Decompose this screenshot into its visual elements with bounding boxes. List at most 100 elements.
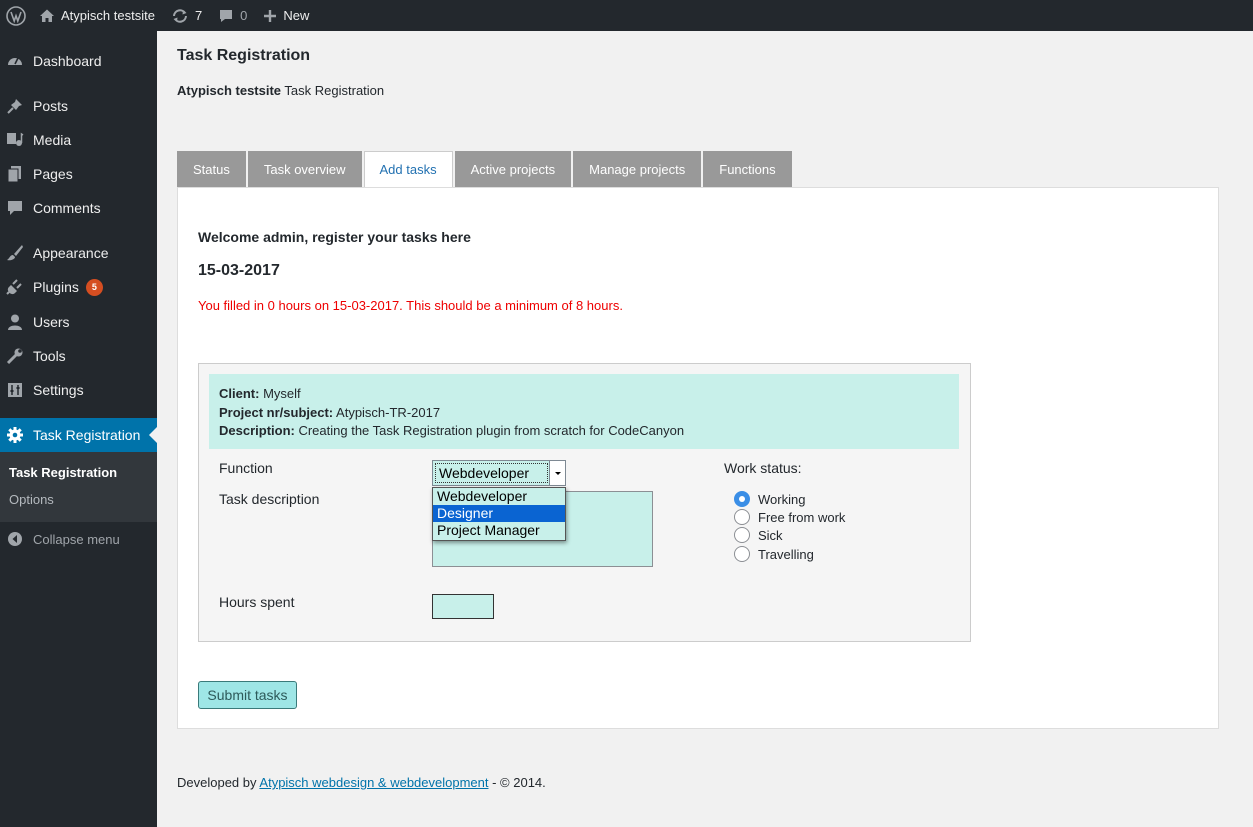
sidebar-item-label: Comments: [33, 200, 101, 216]
tab-status[interactable]: Status: [177, 151, 246, 187]
gear-icon: [5, 425, 25, 445]
hours-warning: You filled in 0 hours on 15-03-2017. Thi…: [198, 298, 623, 313]
sidebar-item-label: Settings: [33, 382, 84, 398]
tab-task-overview[interactable]: Task overview: [247, 151, 362, 187]
date-heading: 15-03-2017: [198, 262, 280, 279]
sidebar-item-task-registration[interactable]: Task Registration: [0, 418, 157, 452]
pin-icon: [5, 96, 25, 116]
hours-spent-input[interactable]: [432, 594, 494, 619]
subtitle-text: Task Registration: [281, 83, 385, 98]
plus-icon: [263, 9, 277, 23]
subtitle-site-name: Atypisch testsite: [177, 83, 282, 98]
refresh-icon: [171, 8, 189, 24]
new-label: New: [283, 8, 310, 23]
work-status-option-free[interactable]: Free from work: [734, 509, 845, 525]
sidebar-item-dashboard[interactable]: Dashboard: [0, 44, 157, 78]
project-info-box: Client: Myself Project nr/subject: Atypi…: [209, 374, 959, 449]
site-name-label: Atypisch testsite: [61, 8, 155, 23]
task-form: Client: Myself Project nr/subject: Atypi…: [198, 363, 971, 642]
sidebar-item-pages[interactable]: Pages: [0, 157, 157, 191]
function-select-value: Webdeveloper: [435, 463, 548, 483]
sidebar-item-comments[interactable]: Comments: [0, 191, 157, 225]
function-option[interactable]: Designer: [433, 505, 565, 522]
radio-label: Free from work: [758, 509, 846, 525]
page-title: Task Registration: [177, 47, 311, 64]
submit-tasks-button[interactable]: Submit tasks: [198, 681, 297, 709]
tab-functions[interactable]: Functions: [703, 151, 792, 187]
sliders-icon: [5, 380, 25, 400]
media-icon: [5, 130, 25, 150]
welcome-heading: Welcome admin, register your tasks here: [198, 229, 471, 245]
function-select[interactable]: Webdeveloper: [432, 460, 566, 486]
project-label: Project nr/subject:: [219, 404, 334, 420]
description-value: Creating the Task Registration plugin fr…: [294, 423, 685, 438]
collapse-arrow-icon: [5, 529, 25, 549]
site-name-link[interactable]: Atypisch testsite: [31, 0, 163, 31]
home-icon: [39, 8, 55, 24]
function-option[interactable]: Webdeveloper: [433, 488, 565, 505]
wordpress-logo-icon[interactable]: [0, 0, 31, 31]
comment-bubble-icon: [218, 8, 234, 24]
admin-bar: Atypisch testsite 7 0 New: [0, 0, 1253, 31]
radio-unchecked[interactable]: [734, 546, 750, 562]
updates-link[interactable]: 7: [163, 0, 210, 31]
footer-link[interactable]: Atypisch webdesign & webdevelopment: [259, 775, 488, 790]
submenu-item-task-registration[interactable]: Task Registration: [9, 465, 117, 480]
dashboard-icon: [5, 51, 25, 71]
plugins-update-badge: 5: [85, 278, 103, 296]
footer-suffix: - © 2014.: [488, 775, 546, 790]
user-icon: [5, 312, 25, 332]
sidebar-item-label: Tools: [33, 348, 66, 364]
wrench-icon: [5, 346, 25, 366]
add-tasks-panel: Welcome admin, register your tasks here …: [177, 187, 1219, 729]
brush-icon: [5, 243, 25, 263]
submenu: [0, 452, 157, 522]
work-status-option-travelling[interactable]: Travelling: [734, 546, 814, 562]
sidebar-item-posts[interactable]: Posts: [0, 89, 157, 123]
radio-unchecked[interactable]: [734, 509, 750, 525]
sidebar-item-label: Pages: [33, 166, 73, 182]
comments-count: 0: [240, 8, 248, 23]
tab-active-projects[interactable]: Active projects: [454, 151, 572, 187]
updates-count: 7: [194, 8, 203, 23]
page-subtitle: Atypisch testsite Task Registration: [177, 83, 384, 98]
sidebar-item-label: Appearance: [33, 245, 109, 261]
pages-icon: [5, 164, 25, 184]
collapse-menu-button[interactable]: Collapse menu: [0, 529, 120, 549]
sidebar-item-settings[interactable]: Settings: [0, 373, 157, 407]
tab-manage-projects[interactable]: Manage projects: [573, 151, 702, 187]
plugin-icon: [5, 277, 25, 297]
radio-label: Sick: [758, 527, 783, 543]
client-line: Client: Myself: [219, 385, 949, 404]
sidebar-item-users[interactable]: Users: [0, 305, 157, 339]
sidebar-item-label: Users: [33, 314, 70, 330]
comment-icon: [5, 198, 25, 218]
project-line: Project nr/subject: Atypisch-TR-2017: [219, 404, 949, 423]
work-status-option-sick[interactable]: Sick: [734, 527, 783, 543]
description-line: Description: Creating the Task Registrat…: [219, 422, 949, 441]
radio-unchecked[interactable]: [734, 527, 750, 543]
new-content-link[interactable]: New: [255, 0, 317, 31]
admin-sidebar: Dashboard Posts Media Pages Comments App…: [0, 31, 157, 827]
sidebar-item-media[interactable]: Media: [0, 123, 157, 157]
sidebar-item-label: Posts: [33, 98, 69, 114]
work-status-label: Work status:: [724, 460, 802, 476]
sidebar-item-appearance[interactable]: Appearance: [0, 236, 157, 270]
tab-bar: Status Task overview Add tasks Active pr…: [177, 151, 794, 188]
function-label: Function: [219, 460, 273, 476]
tab-add-tasks[interactable]: Add tasks: [363, 151, 453, 188]
sidebar-item-tools[interactable]: Tools: [0, 339, 157, 373]
function-dropdown-list: Webdeveloper Designer Project Manager: [432, 487, 566, 541]
submenu-item-options[interactable]: Options: [9, 492, 54, 507]
chevron-down-icon: [549, 461, 565, 485]
client-label: Client:: [219, 386, 260, 401]
comments-link[interactable]: 0: [210, 0, 255, 31]
radio-checked[interactable]: [734, 491, 750, 507]
sidebar-item-plugins[interactable]: Plugins 5: [0, 270, 157, 304]
sidebar-item-label: Plugins: [33, 279, 79, 295]
radio-label: Working: [758, 491, 806, 507]
function-option[interactable]: Project Manager: [433, 522, 565, 539]
footer-prefix: Developed by: [177, 775, 260, 790]
work-status-option-working[interactable]: Working: [734, 491, 805, 507]
project-value: Atypisch-TR-2017: [333, 404, 441, 420]
